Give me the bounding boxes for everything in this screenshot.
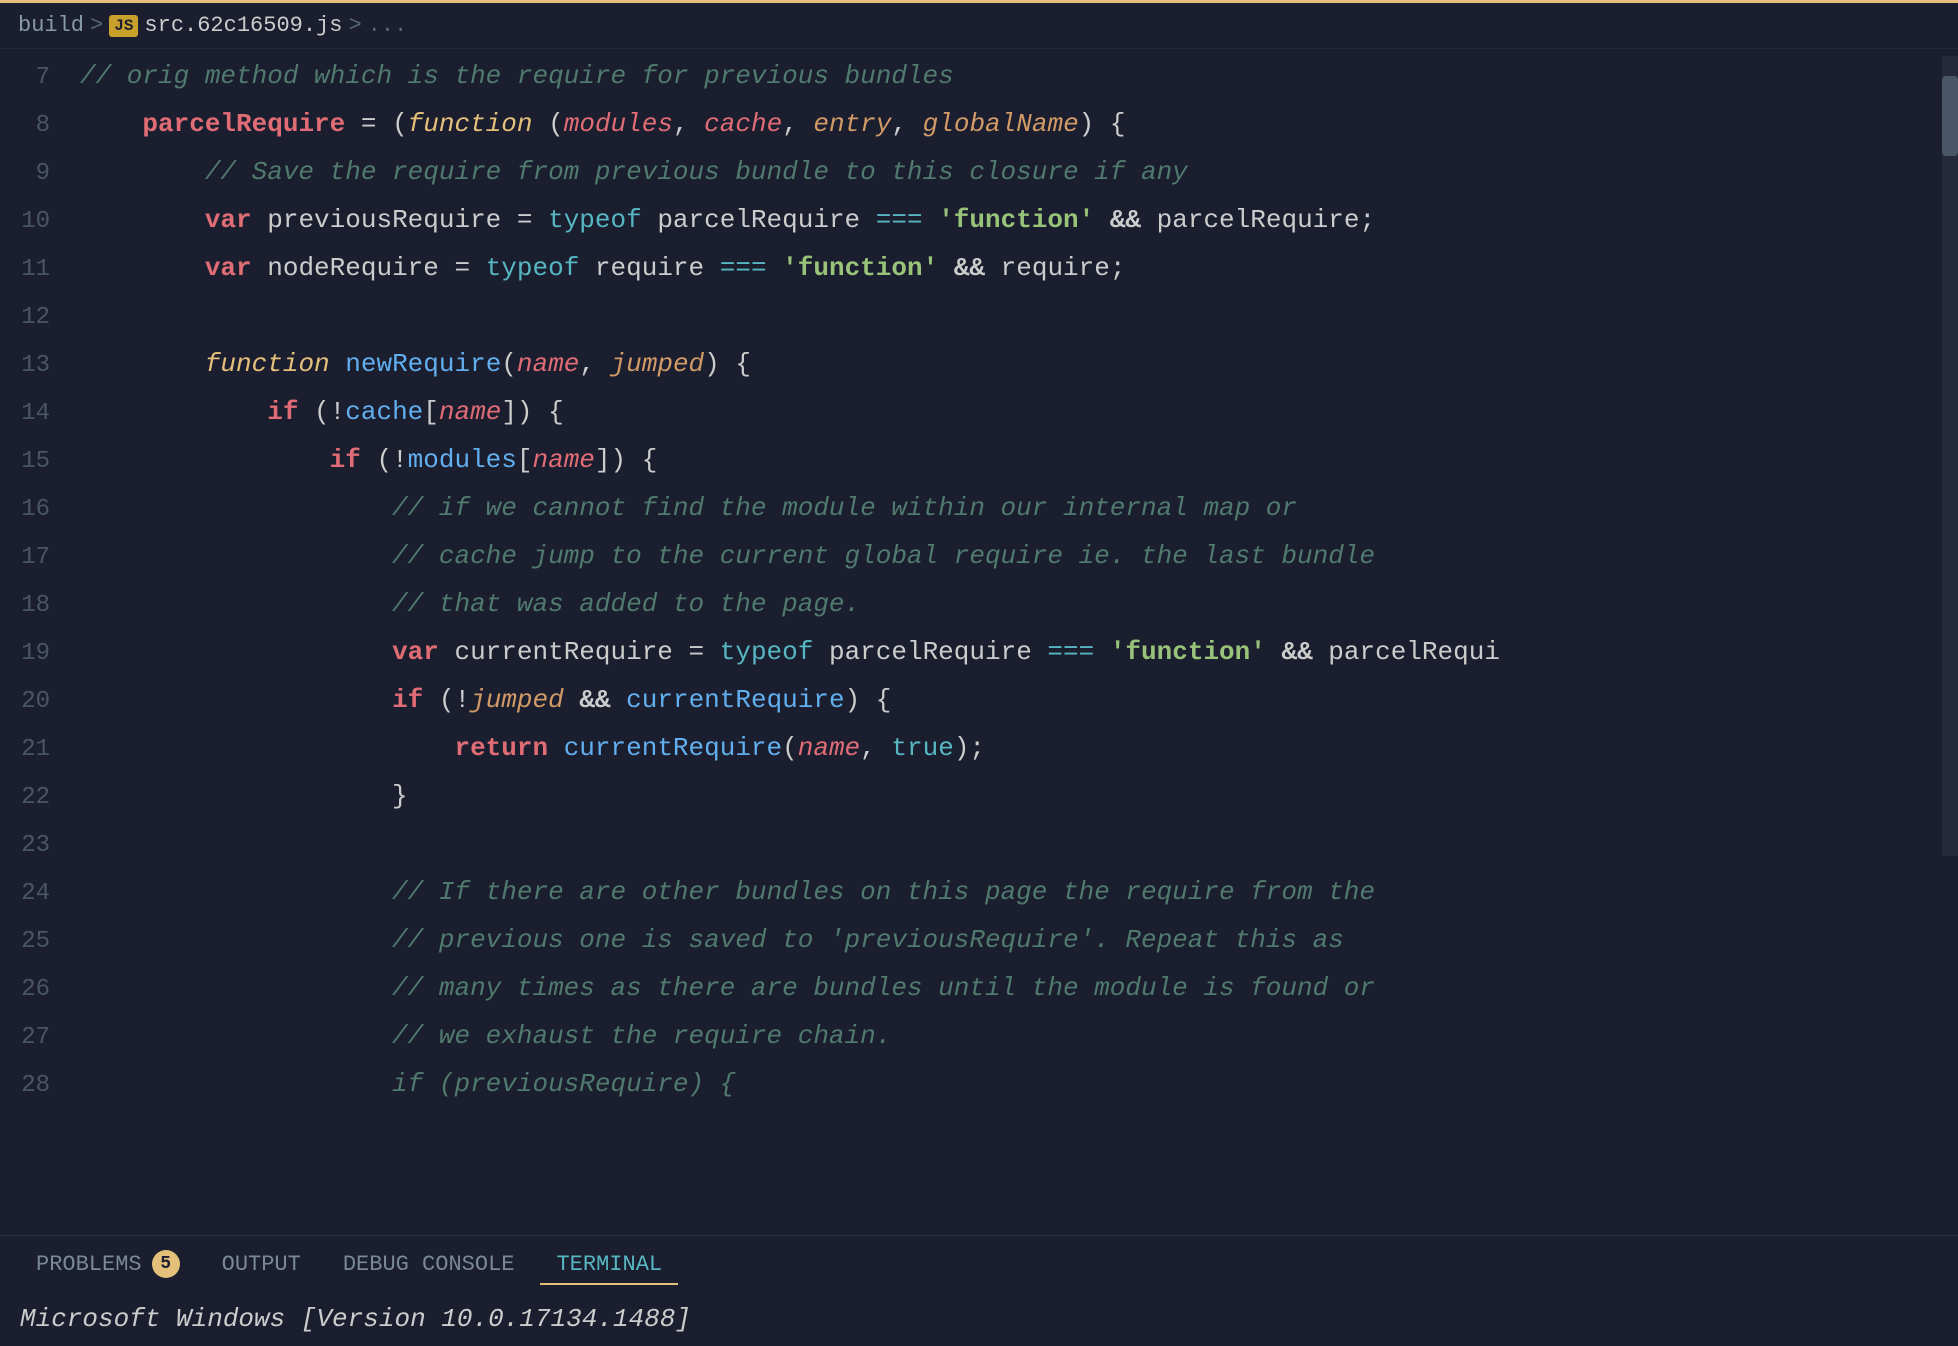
line-content: parcelRequire = (function (modules, cach… <box>70 101 1958 147</box>
panel-tabs: PROBLEMS 5 OUTPUT DEBUG CONSOLE TERMINAL <box>0 1236 1958 1292</box>
line-number: 11 <box>0 247 70 293</box>
line-number: 9 <box>0 151 70 197</box>
terminal-content: Microsoft Windows [Version 10.0.17134.14… <box>0 1292 1958 1346</box>
line-content <box>70 821 1958 867</box>
line-content: if (!jumped && currentRequire) { <box>70 677 1958 723</box>
line-content: } <box>70 773 1958 819</box>
code-line-27: 27 // we exhaust the require chain. <box>0 1013 1958 1061</box>
line-content: // orig method which is the require for … <box>70 53 1958 99</box>
tab-terminal-label: TERMINAL <box>556 1252 662 1277</box>
line-content: // if we cannot find the module within o… <box>70 485 1958 531</box>
problems-badge: 5 <box>152 1250 180 1278</box>
line-content <box>70 293 1958 339</box>
line-content: // cache jump to the current global requ… <box>70 533 1958 579</box>
js-file-icon: JS <box>109 15 138 37</box>
line-number: 27 <box>0 1015 70 1061</box>
line-content: // we exhaust the require chain. <box>70 1013 1958 1059</box>
tab-debug-console-label: DEBUG CONSOLE <box>343 1252 515 1277</box>
breadcrumb-build[interactable]: build <box>18 13 84 38</box>
top-divider <box>0 0 1958 3</box>
line-number: 24 <box>0 871 70 917</box>
code-line-24: 24 // If there are other bundles on this… <box>0 869 1958 917</box>
line-content: return currentRequire(name, true); <box>70 725 1958 771</box>
code-line-9: 9 // Save the require from previous bund… <box>0 149 1958 197</box>
code-line-22: 22 } <box>0 773 1958 821</box>
line-content: var currentRequire = typeof parcelRequir… <box>70 629 1958 675</box>
code-line-12: 12 <box>0 293 1958 341</box>
line-content: if (previousRequire) { <box>70 1061 1958 1107</box>
code-line-25: 25 // previous one is saved to 'previous… <box>0 917 1958 965</box>
line-number: 15 <box>0 439 70 485</box>
line-content: // many times as there are bundles until… <box>70 965 1958 1011</box>
code-line-10: 10 var previousRequire = typeof parcelRe… <box>0 197 1958 245</box>
line-number: 16 <box>0 487 70 533</box>
line-content: if (!cache[name]) { <box>70 389 1958 435</box>
line-content: function newRequire(name, jumped) { <box>70 341 1958 387</box>
line-content: // If there are other bundles on this pa… <box>70 869 1958 915</box>
line-content: if (!modules[name]) { <box>70 437 1958 483</box>
breadcrumb-sep1: > <box>90 13 103 38</box>
line-number: 19 <box>0 631 70 677</box>
code-line-7: 7 // orig method which is the require fo… <box>0 53 1958 101</box>
terminal-line: Microsoft Windows [Version 10.0.17134.14… <box>20 1304 1938 1334</box>
line-content: // that was added to the page. <box>70 581 1958 627</box>
line-content: // previous one is saved to 'previousReq… <box>70 917 1958 963</box>
breadcrumb-sep2: > <box>348 13 361 38</box>
line-number: 8 <box>0 103 70 149</box>
line-number: 21 <box>0 727 70 773</box>
line-number: 22 <box>0 775 70 821</box>
code-editor: 7 // orig method which is the require fo… <box>0 49 1958 1113</box>
line-content: var nodeRequire = typeof require === 'fu… <box>70 245 1958 291</box>
tab-debug-console[interactable]: DEBUG CONSOLE <box>327 1244 531 1285</box>
scroll-thumb[interactable] <box>1942 76 1958 156</box>
code-line-23: 23 <box>0 821 1958 869</box>
code-line-26: 26 // many times as there are bundles un… <box>0 965 1958 1013</box>
line-number: 18 <box>0 583 70 629</box>
tab-problems-label: PROBLEMS <box>36 1252 142 1277</box>
code-line-19: 19 var currentRequire = typeof parcelReq… <box>0 629 1958 677</box>
code-line-8: 8 parcelRequire = (function (modules, ca… <box>0 101 1958 149</box>
code-line-20: 20 if (!jumped && currentRequire) { <box>0 677 1958 725</box>
code-line-16: 16 // if we cannot find the module withi… <box>0 485 1958 533</box>
code-line-11: 11 var nodeRequire = typeof require === … <box>0 245 1958 293</box>
line-number: 12 <box>0 295 70 341</box>
breadcrumb: build > JS src.62c16509.js > ... <box>0 3 1958 49</box>
tab-output[interactable]: OUTPUT <box>206 1244 317 1285</box>
line-number: 25 <box>0 919 70 965</box>
code-line-14: 14 if (!cache[name]) { <box>0 389 1958 437</box>
line-number: 26 <box>0 967 70 1013</box>
code-line-13: 13 function newRequire(name, jumped) { <box>0 341 1958 389</box>
line-number: 23 <box>0 823 70 869</box>
line-number: 17 <box>0 535 70 581</box>
code-line-21: 21 return currentRequire(name, true); <box>0 725 1958 773</box>
line-number: 20 <box>0 679 70 725</box>
breadcrumb-ellipsis: ... <box>368 13 408 38</box>
bottom-panel: PROBLEMS 5 OUTPUT DEBUG CONSOLE TERMINAL… <box>0 1235 1958 1346</box>
line-content: // Save the require from previous bundle… <box>70 149 1958 195</box>
tab-problems[interactable]: PROBLEMS 5 <box>20 1242 196 1286</box>
code-lines: 7 // orig method which is the require fo… <box>0 49 1958 1113</box>
tab-output-label: OUTPUT <box>222 1252 301 1277</box>
line-number: 13 <box>0 343 70 389</box>
code-line-17: 17 // cache jump to the current global r… <box>0 533 1958 581</box>
line-number: 10 <box>0 199 70 245</box>
line-content: var previousRequire = typeof parcelRequi… <box>70 197 1958 243</box>
line-number: 7 <box>0 55 70 101</box>
breadcrumb-filename[interactable]: src.62c16509.js <box>144 13 342 38</box>
line-number: 28 <box>0 1063 70 1109</box>
code-line-28: 28 if (previousRequire) { <box>0 1061 1958 1109</box>
code-line-18: 18 // that was added to the page. <box>0 581 1958 629</box>
scroll-indicator[interactable] <box>1942 56 1958 856</box>
code-line-15: 15 if (!modules[name]) { <box>0 437 1958 485</box>
tab-terminal[interactable]: TERMINAL <box>540 1244 678 1285</box>
terminal-text: Microsoft Windows [Version 10.0.17134.14… <box>20 1304 691 1334</box>
line-number: 14 <box>0 391 70 437</box>
